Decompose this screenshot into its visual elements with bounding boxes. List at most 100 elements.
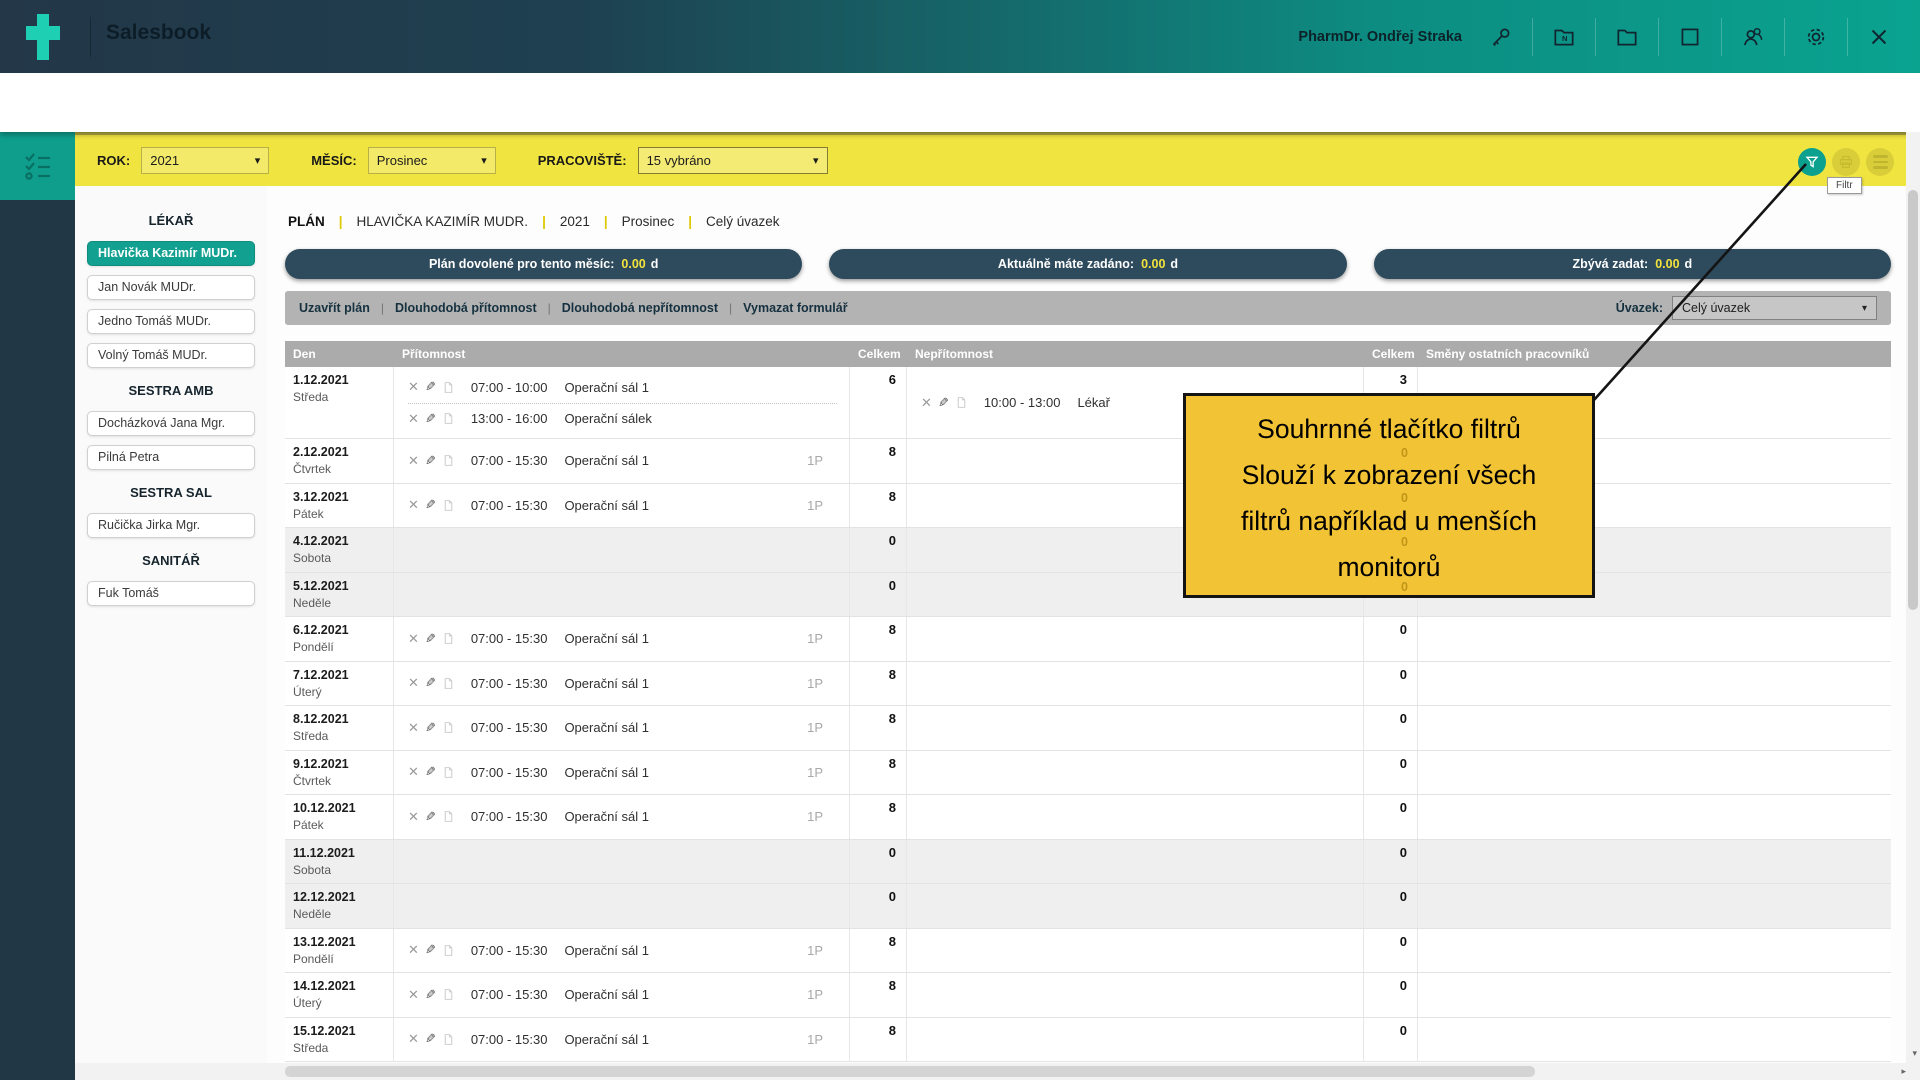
note-entry-icon[interactable]	[442, 632, 455, 645]
month-select[interactable]: Prosinec ▾	[368, 147, 496, 174]
staff-item[interactable]: Docházková Jana Mgr.	[87, 411, 255, 436]
close-icon[interactable]	[1866, 24, 1892, 50]
presence-cell[interactable]: ✕ ✎ 07:00 - 15:30 Operační sál 1 1P	[394, 706, 850, 750]
presence-cell[interactable]: ✕ ✎ 07:00 - 15:30 Operační sál 1 1P	[394, 929, 850, 973]
folder-n-icon[interactable]: N	[1551, 24, 1577, 50]
presence-cell[interactable]: ✕ ✎ 07:00 - 15:30 Operační sál 1 1P	[394, 973, 850, 1017]
window-icon[interactable]	[1677, 24, 1703, 50]
absence-cell[interactable]	[907, 617, 1364, 661]
year-select[interactable]: 2021 ▾	[141, 147, 269, 174]
toolbar-action[interactable]: Dlouhodobá přítomnost	[395, 301, 537, 315]
presence-cell[interactable]: ✕ ✎ 07:00 - 15:30 Operační sál 1 1P	[394, 751, 850, 795]
edit-entry-icon[interactable]: ✎	[425, 942, 436, 958]
presence-cell[interactable]	[394, 528, 850, 572]
note-entry-icon[interactable]	[442, 381, 455, 394]
edit-entry-icon[interactable]: ✎	[425, 1031, 436, 1047]
staff-item[interactable]: Ručička Jirka Mgr.	[87, 513, 255, 538]
note-entry-icon[interactable]	[442, 988, 455, 1001]
settings-icon[interactable]	[1803, 24, 1829, 50]
absence-cell[interactable]	[907, 1018, 1364, 1062]
note-entry-icon[interactable]	[442, 677, 455, 690]
presence-cell[interactable]: ✕ ✎ 07:00 - 15:30 Operační sál 1 1P	[394, 1018, 850, 1062]
uvazek-select[interactable]: Celý úvazek ▾	[1672, 296, 1877, 320]
note-entry-icon[interactable]	[442, 1033, 455, 1046]
vertical-scrollbar-thumb[interactable]	[1908, 190, 1918, 610]
staff-item[interactable]: Hlavička Kazimír MUDr.	[87, 241, 255, 266]
staff-item[interactable]: Volný Tomáš MUDr.	[87, 343, 255, 368]
workplace-select[interactable]: 15 vybráno ▾	[638, 147, 828, 174]
absence-cell[interactable]	[907, 884, 1364, 928]
toolbar-action[interactable]: Dlouhodobá nepřítomnost	[562, 301, 718, 315]
delete-entry-icon[interactable]: ✕	[408, 720, 419, 736]
horizontal-scrollbar-thumb[interactable]	[285, 1066, 1535, 1077]
delete-entry-icon[interactable]: ✕	[408, 764, 419, 780]
entry-place: Operační sálek	[564, 411, 651, 426]
presence-cell[interactable]: ✕ ✎ 07:00 - 15:30 Operační sál 1 1P	[394, 484, 850, 528]
edit-entry-icon[interactable]: ✎	[425, 453, 436, 469]
edit-entry-icon[interactable]: ✎	[938, 395, 949, 411]
absence-cell[interactable]	[907, 751, 1364, 795]
note-entry-icon[interactable]	[442, 454, 455, 467]
edit-entry-icon[interactable]: ✎	[425, 379, 436, 395]
presence-cell[interactable]: ✕ ✎ 07:00 - 10:00 Operační sál 1 ✕ ✎ 13:…	[394, 367, 850, 438]
delete-entry-icon[interactable]: ✕	[408, 379, 419, 395]
delete-entry-icon[interactable]: ✕	[408, 942, 419, 958]
note-entry-icon[interactable]	[955, 396, 968, 409]
delete-entry-icon[interactable]: ✕	[921, 395, 932, 411]
row-day: Úterý	[293, 685, 385, 699]
staff-item[interactable]: Jan Novák MUDr.	[87, 275, 255, 300]
scroll-down-icon[interactable]: ▾	[1912, 1048, 1917, 1059]
delete-entry-icon[interactable]: ✕	[408, 809, 419, 825]
users-icon[interactable]	[1740, 24, 1766, 50]
key-icon[interactable]	[1488, 24, 1514, 50]
presence-cell[interactable]	[394, 573, 850, 617]
menu-button[interactable]	[1866, 148, 1894, 176]
folder-icon[interactable]	[1614, 24, 1640, 50]
absence-cell[interactable]	[907, 662, 1364, 706]
edit-entry-icon[interactable]: ✎	[425, 631, 436, 647]
scroll-right-icon[interactable]: ▸	[1901, 1066, 1906, 1077]
absence-cell[interactable]	[907, 706, 1364, 750]
delete-entry-icon[interactable]: ✕	[408, 411, 419, 427]
absence-cell[interactable]	[907, 973, 1364, 1017]
delete-entry-icon[interactable]: ✕	[408, 987, 419, 1003]
presence-cell[interactable]: ✕ ✎ 07:00 - 15:30 Operační sál 1 1P	[394, 617, 850, 661]
staff-item[interactable]: Fuk Tomáš	[87, 581, 255, 606]
presence-cell[interactable]: ✕ ✎ 07:00 - 15:30 Operační sál 1 1P	[394, 795, 850, 839]
toolbar-action[interactable]: Uzavřít plán	[299, 301, 370, 315]
entry-tag: 1P	[807, 676, 837, 691]
note-entry-icon[interactable]	[442, 766, 455, 779]
note-entry-icon[interactable]	[442, 944, 455, 957]
edit-entry-icon[interactable]: ✎	[425, 764, 436, 780]
print-button[interactable]	[1832, 148, 1860, 176]
filter-button[interactable]	[1798, 148, 1826, 176]
delete-entry-icon[interactable]: ✕	[408, 497, 419, 513]
absence-cell[interactable]	[907, 840, 1364, 884]
presence-cell[interactable]: ✕ ✎ 07:00 - 15:30 Operační sál 1 1P	[394, 439, 850, 483]
sidebar-checklist-button[interactable]	[0, 132, 75, 200]
staff-group-title: SESTRA AMB	[75, 383, 267, 401]
delete-entry-icon[interactable]: ✕	[408, 453, 419, 469]
presence-cell[interactable]: ✕ ✎ 07:00 - 15:30 Operační sál 1 1P	[394, 662, 850, 706]
presence-cell[interactable]	[394, 884, 850, 928]
delete-entry-icon[interactable]: ✕	[408, 1031, 419, 1047]
absence-cell[interactable]	[907, 929, 1364, 973]
note-entry-icon[interactable]	[442, 499, 455, 512]
edit-entry-icon[interactable]: ✎	[425, 675, 436, 691]
delete-entry-icon[interactable]: ✕	[408, 675, 419, 691]
presence-cell[interactable]	[394, 840, 850, 884]
note-entry-icon[interactable]	[442, 810, 455, 823]
row-date: 8.12.2021	[293, 712, 385, 726]
staff-item[interactable]: Pilná Petra	[87, 445, 255, 470]
edit-entry-icon[interactable]: ✎	[425, 987, 436, 1003]
delete-entry-icon[interactable]: ✕	[408, 631, 419, 647]
staff-item[interactable]: Jedno Tomáš MUDr.	[87, 309, 255, 334]
edit-entry-icon[interactable]: ✎	[425, 497, 436, 513]
toolbar-action[interactable]: Vymazat formulář	[743, 301, 847, 315]
absence-cell[interactable]	[907, 795, 1364, 839]
edit-entry-icon[interactable]: ✎	[425, 809, 436, 825]
note-entry-icon[interactable]	[442, 412, 455, 425]
note-entry-icon[interactable]	[442, 721, 455, 734]
edit-entry-icon[interactable]: ✎	[425, 411, 436, 427]
edit-entry-icon[interactable]: ✎	[425, 720, 436, 736]
